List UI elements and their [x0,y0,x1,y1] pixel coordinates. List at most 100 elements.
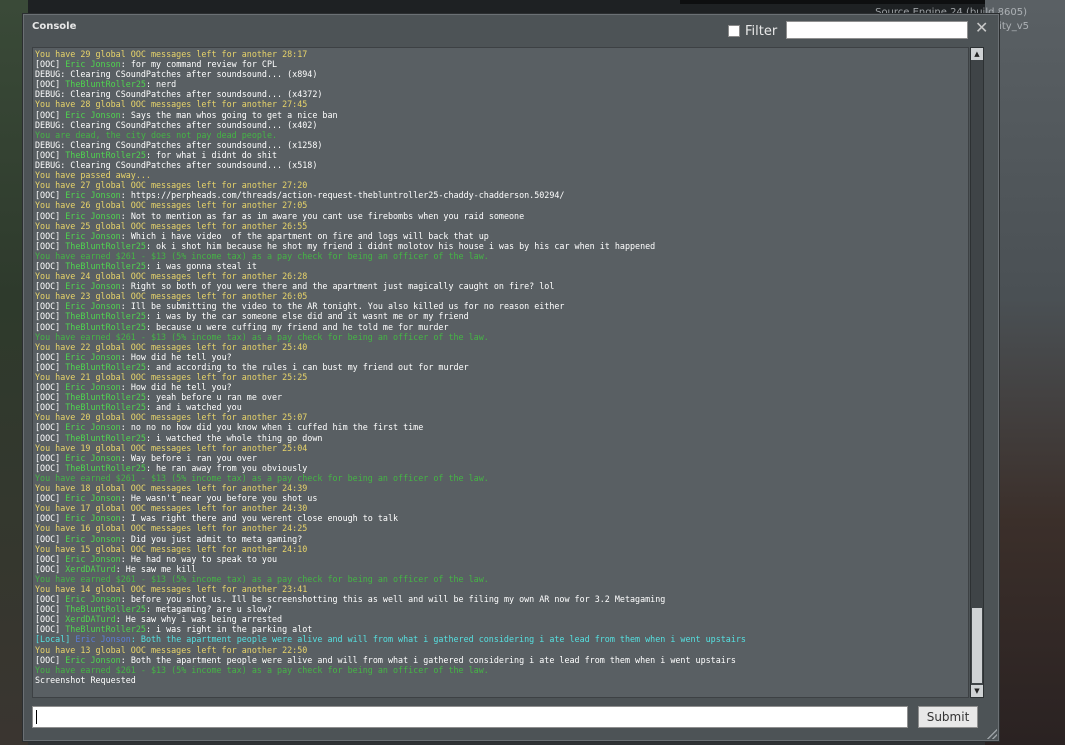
log-line: [Local] Eric Jonson: Both the apartment … [35,634,968,644]
log-segment: Screenshot Requested [35,674,136,685]
log-segment: [OOC] [35,654,66,665]
log-segment: : he ran away from you obviously [145,462,308,473]
log-segment: You have 29 global OOC messages left for… [35,49,308,59]
log-segment: You have 20 global OOC messages left for… [35,412,308,423]
close-icon[interactable]: ✕ [975,19,988,37]
log-segment: Eric Jonson [65,553,121,564]
log-line: You have 27 global OOC messages left for… [35,180,968,190]
log-segment: Eric Jonson [65,594,121,605]
log-segment: [OOC] [35,361,66,372]
filter-label: Filter [745,23,778,39]
filter-checkbox[interactable] [728,25,740,37]
log-segment: TheBluntRoller25 [65,462,146,473]
submit-button[interactable]: Submit [918,706,978,728]
log-line: You have 14 global OOC messages left for… [35,584,968,594]
log-segment: : Ill be submitting the video to the AR … [120,301,565,312]
log-line: You have 26 global OOC messages left for… [35,200,968,210]
log-segment: [OOC] [35,321,66,332]
log-segment: TheBluntRoller25 [65,624,146,635]
log-segment: Eric Jonson [65,210,121,221]
log-segment: Eric Jonson [75,634,131,645]
log-segment: : i was by the car someone else did and … [145,311,469,322]
log-segment: : https://perpheads.com/threads/action-r… [120,190,565,201]
log-segment: : Way before i ran you over [120,452,257,463]
log-segment: Eric Jonson [65,190,121,201]
log-segment: : ok i shot him because he shot my frien… [145,240,656,251]
log-segment: Eric Jonson [65,281,121,292]
log-line: [OOC] XerdDATurd: He saw me kill [35,564,968,574]
log-segment: [OOC] [35,109,66,120]
log-segment: You have 19 global OOC messages left for… [35,442,308,453]
log-segment: Eric Jonson [65,230,121,241]
log-line: [OOC] Eric Jonson: Way before i ran you … [35,453,968,463]
log-segment: : Right so both of you were there and th… [120,281,555,292]
log-segment: TheBluntRoller25 [65,321,146,332]
log-line: DEBUG: Clearing CSoundPatches after soun… [35,120,968,130]
log-segment: TheBluntRoller25 [65,260,146,271]
log-line: You have 17 global OOC messages left for… [35,503,968,513]
log-segment: : He had no way to speak to you [120,553,278,564]
log-line: [OOC] Eric Jonson: before you shot us. I… [35,594,968,604]
log-line: [OOC] Eric Jonson: I was right there and… [35,513,968,523]
log-segment: [OOC] [35,493,66,504]
log-line: [OOC] Eric Jonson: Says the man whos goi… [35,110,968,120]
console-window[interactable]: Console Filter ✕ You have 29 global OOC … [23,14,999,741]
filter-toggle[interactable]: Filter [728,22,777,40]
log-segment: [OOC] [35,594,66,605]
log-segment: You have 21 global OOC messages left for… [35,372,308,382]
log-line: Screenshot Requested [35,675,968,685]
log-line: [OOC] Eric Jonson: Both the apartment pe… [35,655,968,665]
resize-grip-icon[interactable] [987,729,997,739]
log-segment: [OOC] [35,462,66,473]
log-segment: You have 15 global OOC messages left for… [35,543,308,554]
log-segment: You have earned $261 - $13 (5% income ta… [35,573,489,584]
log-line: You have 24 global OOC messages left for… [35,271,968,281]
log-line: [OOC] TheBluntRoller25: and according to… [35,362,968,372]
log-segment: [OOC] [35,402,66,413]
log-line: You are dead, the city does not pay dead… [35,130,968,140]
log-line: [OOC] Eric Jonson: https://perpheads.com… [35,190,968,200]
log-segment: : i was gonna steal it [145,260,257,271]
log-line: You have earned $261 - $13 (5% income ta… [35,665,968,675]
log-line: [OOC] TheBluntRoller25: because u were c… [35,322,968,332]
log-segment: [OOC] [35,210,66,221]
log-segment: [OOC] [35,149,66,160]
log-line: You have 15 global OOC messages left for… [35,544,968,554]
log-segment: You have 22 global OOC messages left for… [35,341,308,352]
log-segment: : and according to the rules i can bust … [145,361,469,372]
log-line: You have 29 global OOC messages left for… [35,49,968,59]
log-segment: You have 17 global OOC messages left for… [35,503,308,514]
filter-input[interactable] [786,21,968,39]
console-title: Console [32,21,77,32]
log-segment: You have 26 global OOC messages left for… [35,200,308,211]
log-segment: [OOC] [35,382,66,393]
log-segment: Eric Jonson [65,452,121,463]
log-segment: DEBUG: Clearing CSoundPatches after soun… [35,119,318,130]
log-line: [OOC] Eric Jonson: Did you just admit to… [35,534,968,544]
log-line: [OOC] TheBluntRoller25: i watched the wh… [35,433,968,443]
log-segment: DEBUG: Clearing CSoundPatches after soun… [35,160,318,171]
log-segment: : Did you just admit to meta gaming? [120,533,303,544]
log-segment: : He saw me kill [115,563,197,574]
log-line: You have 13 global OOC messages left for… [35,645,968,655]
log-line: [OOC] Eric Jonson: for my command review… [35,59,968,69]
log-segment: : Not to mention as far as im aware you … [120,210,525,221]
command-input[interactable] [32,706,908,728]
scroll-up-arrow-icon[interactable]: ▲ [971,48,983,60]
log-line: You have passed away... [35,170,968,180]
scroll-thumb[interactable] [972,608,982,683]
log-line: [OOC] Eric Jonson: Ill be submitting the… [35,301,968,311]
log-segment: TheBluntRoller25 [65,240,146,251]
log-scrollbar[interactable]: ▲ ▼ [970,47,984,698]
log-line: [OOC] Eric Jonson: How did he tell you? [35,382,968,392]
log-segment: [OOC] [35,240,66,251]
log-segment: DEBUG: Clearing CSoundPatches after soun… [35,89,323,100]
log-segment: [OOC] [35,432,66,443]
log-line: You have earned $261 - $13 (5% income ta… [35,251,968,261]
log-segment: [OOC] [35,301,66,312]
log-line: [OOC] Eric Jonson: no no no how did you … [35,422,968,432]
scroll-down-arrow-icon[interactable]: ▼ [971,685,983,697]
log-segment: Eric Jonson [65,422,121,433]
log-segment: : no no no how did you know when i cuffe… [120,422,424,433]
log-segment: [OOC] [35,190,66,201]
